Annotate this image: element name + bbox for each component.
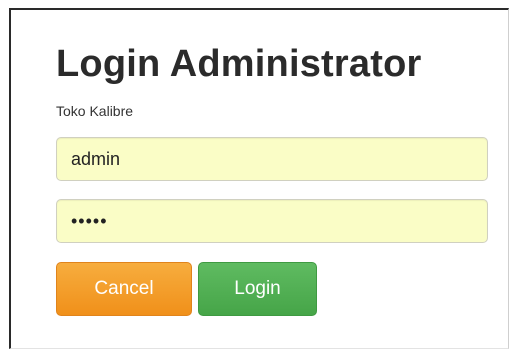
login-panel: Login Administrator Toko Kalibre Cancel … xyxy=(9,8,509,349)
page-title: Login Administrator xyxy=(56,43,422,85)
username-input[interactable] xyxy=(56,137,488,181)
login-button[interactable]: Login xyxy=(198,262,317,316)
password-input[interactable] xyxy=(56,199,488,243)
store-name-label: Toko Kalibre xyxy=(56,103,134,119)
cancel-button[interactable]: Cancel xyxy=(56,262,192,316)
